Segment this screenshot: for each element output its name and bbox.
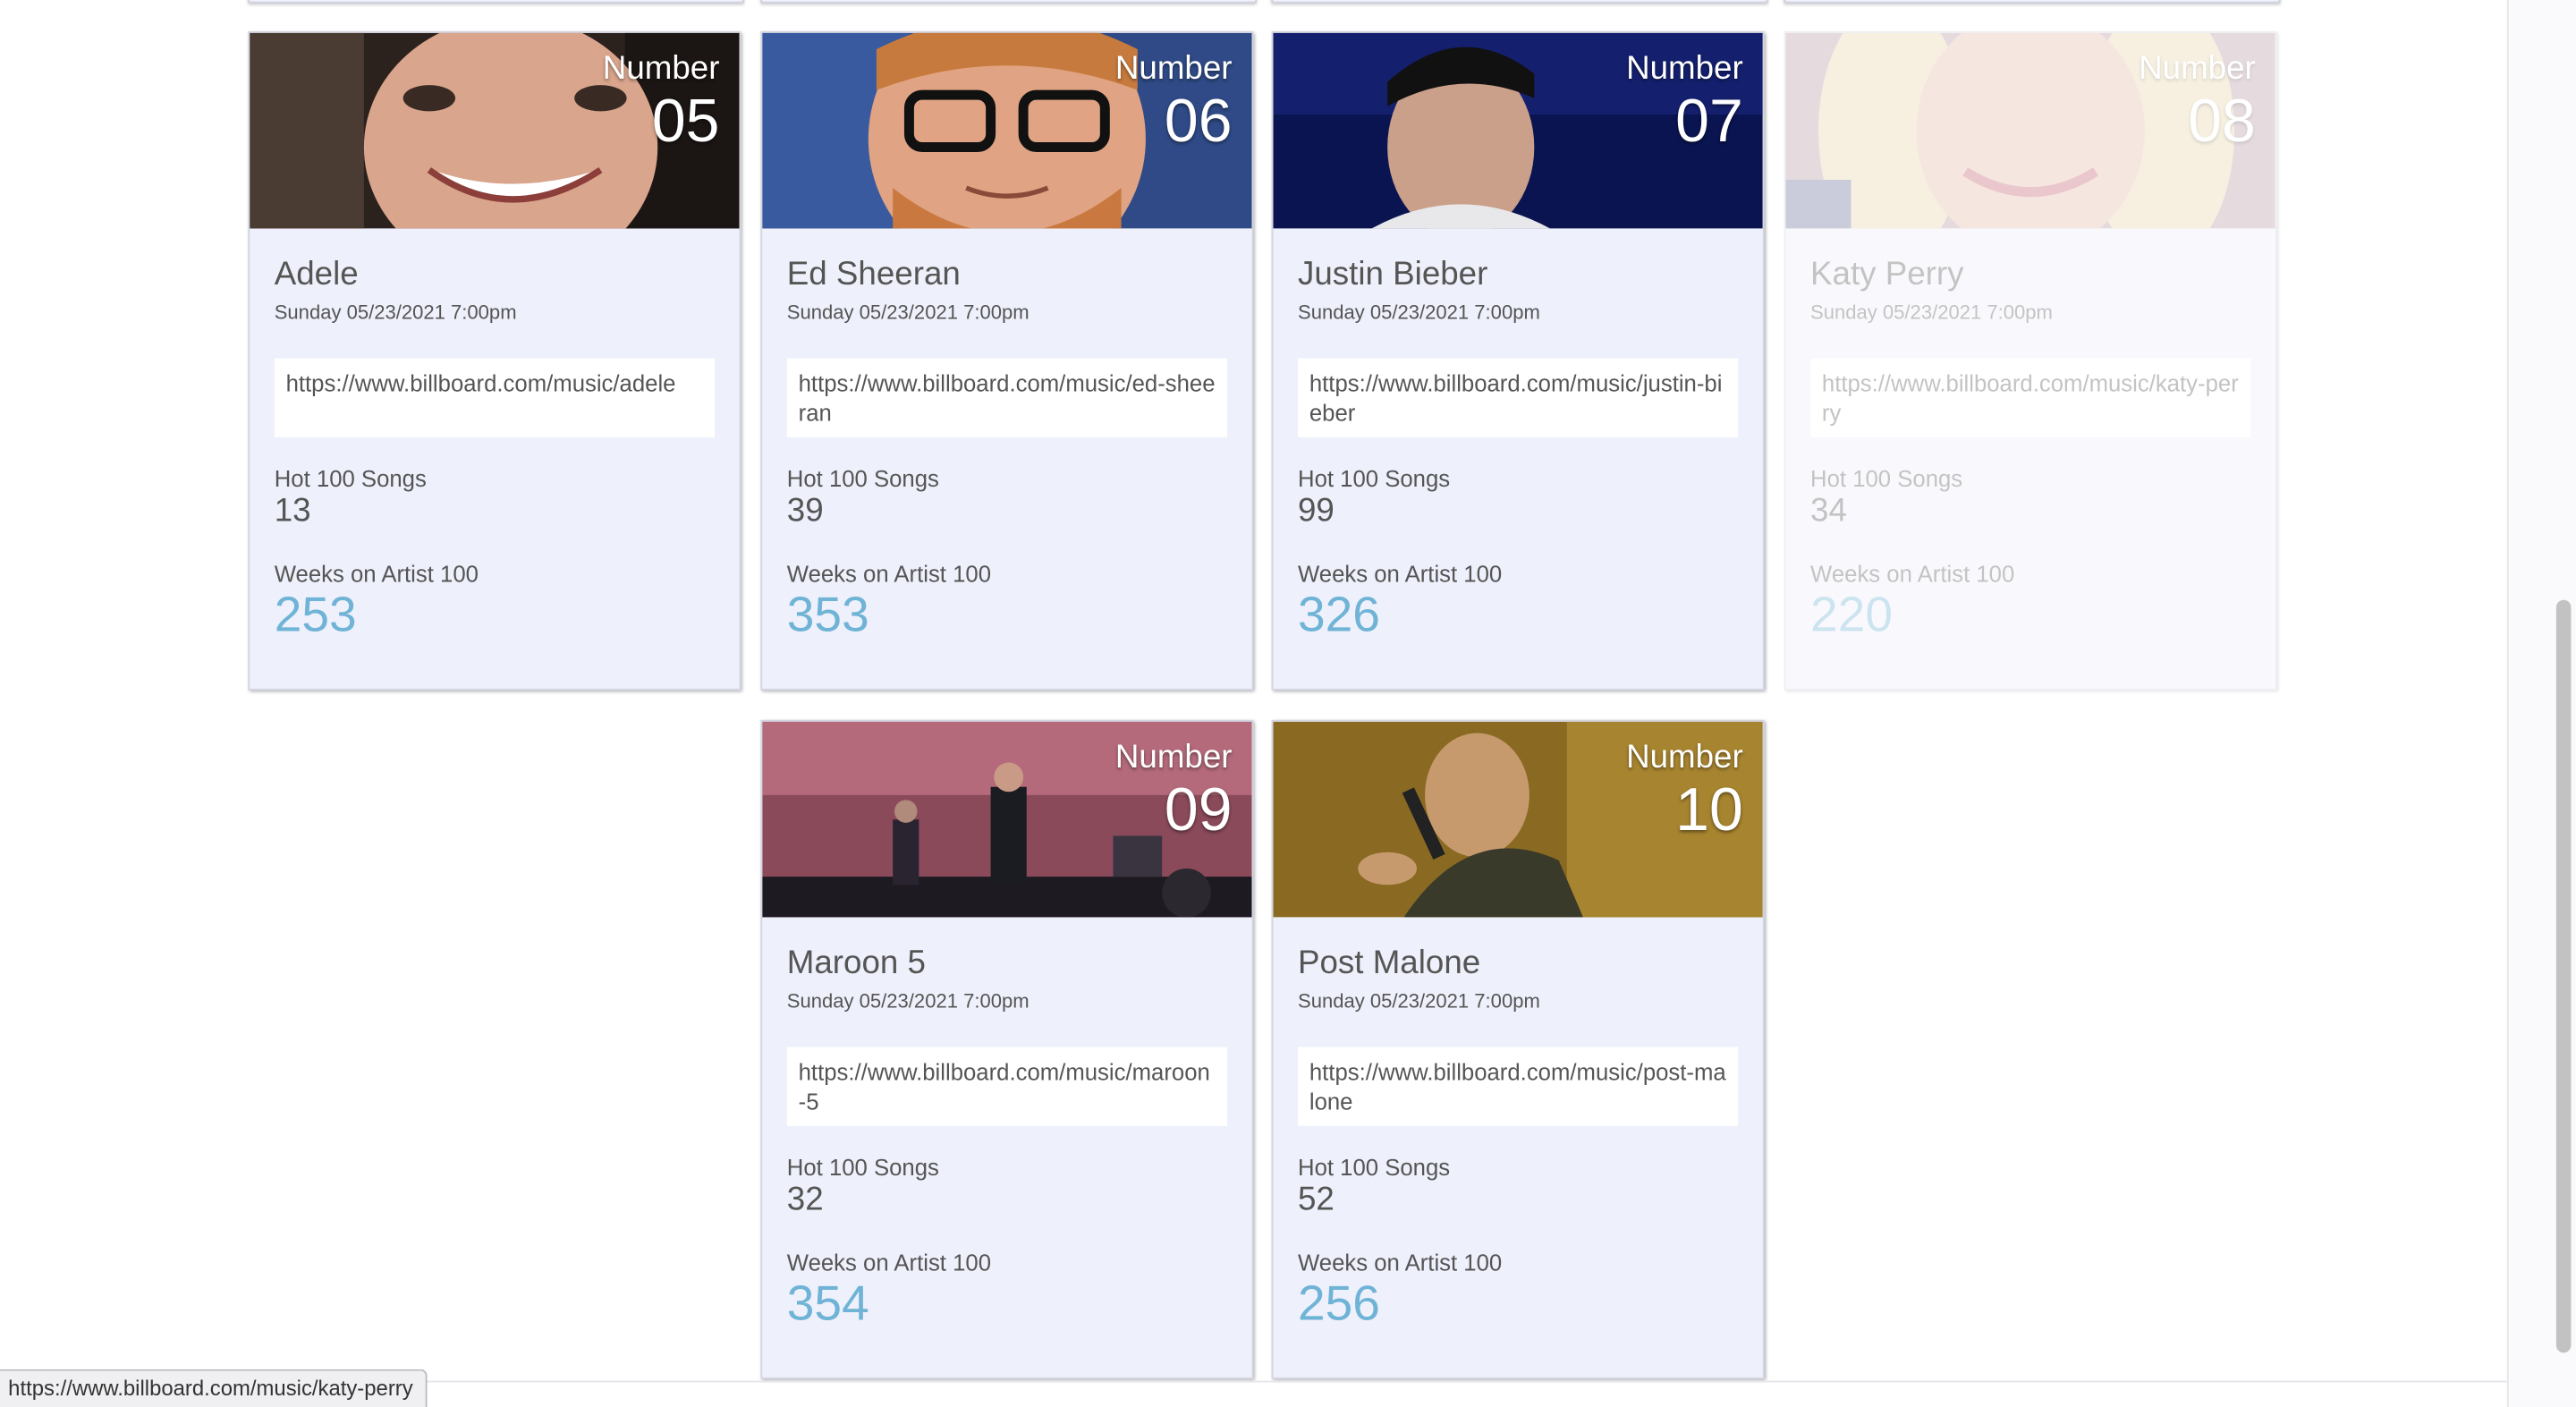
artist-card[interactable]: Number 07 Justin Bieber Sunday 05/23/202…: [1271, 30, 1765, 691]
artist-name: Justin Bieber: [1297, 256, 1488, 293]
hot100-value: 39: [786, 493, 824, 530]
artist-url-link[interactable]: https://www.billboard.com/music/katy-per…: [1810, 358, 2251, 437]
weeks-label: Weeks on Artist 100: [1297, 560, 1503, 588]
artist-name: Adele: [274, 256, 359, 293]
status-bar-url: https://www.billboard.com/music/katy-per…: [0, 1369, 428, 1407]
chart-date: Sunday 05/23/2021 7:00pm: [1297, 301, 1540, 325]
artist-name: Maroon 5: [786, 945, 926, 982]
weeks-value: 220: [1810, 588, 1893, 643]
hot100-label: Hot 100 Songs: [1297, 465, 1451, 492]
artist-card[interactable]: Number 05 Adele Sunday 05/23/2021 7:00pm…: [248, 30, 741, 691]
weeks-value: 256: [1297, 1276, 1380, 1332]
artist-photo: Number 06: [762, 32, 1252, 231]
artist-url-link[interactable]: https://www.billboard.com/music/ed-sheer…: [786, 358, 1228, 437]
weeks-label: Weeks on Artist 100: [786, 1249, 991, 1276]
artist-url-link[interactable]: https://www.billboard.com/music/maroon-5: [786, 1047, 1228, 1126]
weeks-label: Weeks on Artist 100: [786, 560, 991, 588]
artist-name: Ed Sheeran: [786, 256, 961, 293]
previous-card-edge: [248, 0, 745, 4]
weeks-value: 326: [1297, 588, 1380, 643]
scrollbar-thumb[interactable]: [2555, 599, 2572, 1353]
chart-date: Sunday 05/23/2021 7:00pm: [1810, 301, 2053, 325]
weeks-value: 354: [786, 1276, 869, 1332]
scrollbar-track[interactable]: [2506, 0, 2576, 1407]
weeks-value: 353: [786, 588, 869, 643]
previous-card-edge: [1271, 0, 1768, 4]
artist-url-link[interactable]: https://www.billboard.com/music/post-mal…: [1297, 1047, 1739, 1126]
rank-label: Number: [2139, 50, 2256, 88]
weeks-value: 253: [274, 588, 357, 643]
artist-name: Katy Perry: [1810, 256, 1964, 293]
rank-number: 07: [1675, 87, 1743, 155]
previous-card-edge: [760, 0, 1258, 4]
hot100-label: Hot 100 Songs: [786, 465, 939, 492]
hot100-label: Hot 100 Songs: [1297, 1153, 1451, 1181]
chart-date: Sunday 05/23/2021 7:00pm: [786, 989, 1030, 1013]
rank-number: 10: [1675, 776, 1743, 843]
hot100-label: Hot 100 Songs: [786, 1153, 939, 1181]
weeks-label: Weeks on Artist 100: [1297, 1249, 1503, 1276]
rank-badge: Number 08: [2139, 49, 2256, 155]
previous-card-edge: [1784, 0, 2281, 4]
rank-badge: Number 06: [1115, 49, 1233, 155]
hot100-label: Hot 100 Songs: [1810, 465, 1963, 492]
artist-grid-page: Number 05 Adele Sunday 05/23/2021 7:00pm…: [0, 0, 2576, 1407]
artist-photo: Number 08: [1785, 32, 2275, 231]
artist-photo: Number 10: [1273, 721, 1763, 920]
hot100-value: 34: [1810, 493, 1847, 530]
chart-date: Sunday 05/23/2021 7:00pm: [274, 301, 517, 325]
artist-card[interactable]: Number 06 Ed Sheeran Sunday 05/23/2021 7…: [760, 30, 1254, 691]
rank-badge: Number 05: [603, 49, 720, 155]
artist-url-link[interactable]: https://www.billboard.com/music/justin-b…: [1297, 358, 1739, 437]
hot100-value: 52: [1297, 1182, 1335, 1218]
artist-photo: Number 09: [762, 721, 1252, 920]
rank-label: Number: [1114, 50, 1233, 88]
rank-badge: Number 10: [1626, 738, 1743, 843]
rank-label: Number: [1114, 739, 1233, 776]
rank-label: Number: [1626, 739, 1743, 776]
rank-badge: Number 09: [1115, 738, 1233, 843]
rank-number: 08: [2188, 87, 2256, 155]
artist-photo: Number 07: [1273, 32, 1763, 231]
hot100-value: 13: [274, 493, 311, 530]
hot100-value: 99: [1297, 493, 1335, 530]
artist-url-link[interactable]: https://www.billboard.com/music/adele: [274, 358, 715, 437]
hot100-label: Hot 100 Songs: [274, 465, 427, 492]
chart-date: Sunday 05/23/2021 7:00pm: [786, 301, 1030, 325]
hot100-value: 32: [786, 1182, 824, 1218]
rank-label: Number: [602, 50, 720, 88]
artist-name: Post Malone: [1297, 945, 1481, 982]
artist-card[interactable]: Number 10 Post Malone Sunday 05/23/2021 …: [1271, 719, 1765, 1379]
rank-number: 05: [651, 87, 720, 155]
weeks-label: Weeks on Artist 100: [1810, 560, 2015, 588]
rank-number: 06: [1164, 87, 1233, 155]
rank-label: Number: [1626, 50, 1743, 88]
rank-number: 09: [1164, 776, 1233, 843]
weeks-label: Weeks on Artist 100: [274, 560, 479, 588]
artist-card[interactable]: Number 09 Maroon 5 Sunday 05/23/2021 7:0…: [760, 719, 1254, 1379]
artist-photo: Number 05: [250, 32, 740, 231]
chart-date: Sunday 05/23/2021 7:00pm: [1297, 989, 1540, 1013]
rank-badge: Number 07: [1626, 49, 1743, 155]
artist-card[interactable]: Number 08 Katy Perry Sunday 05/23/2021 7…: [1784, 30, 2277, 691]
